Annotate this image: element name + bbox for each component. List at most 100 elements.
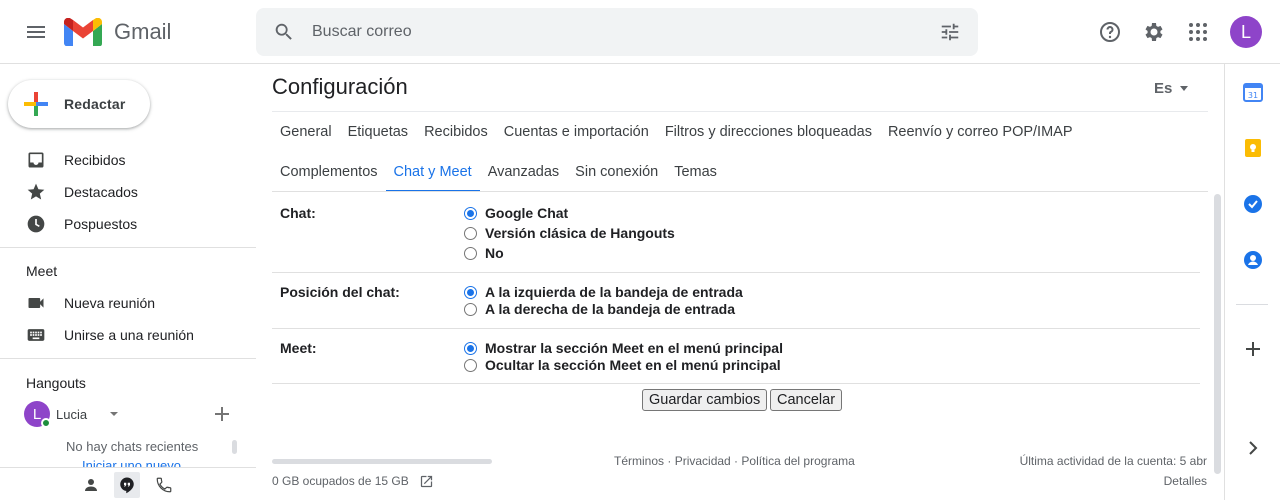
nav-item-label: Nueva reunión: [64, 295, 156, 311]
tab-filters[interactable]: Filtros y direcciones bloqueadas: [657, 112, 880, 152]
radio-button-selected[interactable]: [464, 341, 477, 355]
meet-option-show[interactable]: Mostrar la sección Meet en el menú princ…: [464, 339, 783, 357]
hamburger-menu-icon: [27, 26, 45, 38]
search-icon[interactable]: [268, 16, 300, 48]
search-bar[interactable]: [256, 8, 978, 56]
caret-down-icon: [1180, 85, 1189, 92]
chevron-right-icon[interactable]: [1243, 438, 1263, 458]
tab-addons[interactable]: Complementos: [272, 152, 386, 192]
calendar-icon[interactable]: 31: [1243, 82, 1263, 102]
language-label: Es: [1154, 80, 1173, 97]
horizontal-scrollbar[interactable]: [272, 459, 492, 464]
online-status-dot: [41, 418, 51, 428]
program-policy-link[interactable]: Política del programa: [741, 454, 854, 468]
divider: [1236, 304, 1268, 305]
tab-general[interactable]: General: [272, 112, 340, 152]
contacts-icon[interactable]: [1243, 250, 1263, 270]
compose-button[interactable]: Redactar: [8, 80, 150, 128]
divider: [272, 191, 1208, 192]
terms-link[interactable]: Términos: [614, 454, 664, 468]
radio-button[interactable]: [464, 226, 477, 240]
left-navigation: Redactar Recibidos Destacados Pospuestos…: [0, 64, 256, 500]
option-label: No: [485, 245, 504, 261]
contacts-icon[interactable]: [78, 472, 104, 498]
get-addons-plus-icon[interactable]: [1243, 339, 1263, 359]
search-input[interactable]: [312, 20, 912, 44]
vertical-scrollbar[interactable]: [1214, 194, 1221, 474]
divider: [272, 272, 1200, 273]
clock-icon: [26, 214, 46, 234]
compose-label: Redactar: [64, 96, 126, 112]
gmail-m-icon: [64, 18, 102, 46]
keep-icon[interactable]: [1243, 138, 1263, 158]
nav-item-starred[interactable]: Destacados: [0, 176, 256, 208]
nav-item-inbox[interactable]: Recibidos: [0, 144, 256, 176]
chat-option-classic-hangouts[interactable]: Versión clásica de Hangouts: [464, 224, 675, 242]
keyboard-icon: [26, 325, 46, 345]
privacy-link[interactable]: Privacidad: [675, 454, 731, 468]
nav-item-label: Pospuestos: [64, 216, 138, 232]
main-menu-button[interactable]: [16, 12, 56, 52]
divider: [272, 383, 1200, 384]
settings-button[interactable]: [1134, 12, 1174, 52]
radio-button[interactable]: [464, 358, 477, 372]
open-in-new-icon[interactable]: [419, 473, 435, 489]
chevron-down-icon[interactable]: [109, 409, 119, 419]
nav-item-new-meeting[interactable]: Nueva reunión: [0, 287, 256, 319]
search-options-icon[interactable]: [934, 16, 966, 48]
tab-themes[interactable]: Temas: [666, 152, 725, 192]
divider: [0, 247, 256, 248]
nav-item-label: Unirse a una reunión: [64, 327, 194, 343]
footer-links: Términos · Privacidad · Política del pro…: [614, 454, 855, 468]
help-icon: [1100, 22, 1120, 42]
apps-grid-icon: [1189, 23, 1207, 41]
gmail-logo[interactable]: Gmail: [64, 16, 171, 48]
radio-button[interactable]: [464, 246, 477, 260]
add-icon[interactable]: [212, 404, 232, 424]
nav-item-snoozed[interactable]: Pospuestos: [0, 208, 256, 240]
tab-forwarding[interactable]: Reenvío y correo POP/IMAP: [880, 112, 1081, 152]
last-account-activity: Última actividad de la cuenta: 5 abr: [1019, 454, 1207, 468]
storage-text: 0 GB ocupados de 15 GB: [272, 474, 409, 488]
support-button[interactable]: [1090, 12, 1130, 52]
option-label: A la derecha de la bandeja de entrada: [485, 301, 736, 317]
no-chats-message: No hay chats recientes: [66, 439, 199, 454]
hangouts-user[interactable]: L Lucia: [24, 401, 244, 428]
radio-button-selected[interactable]: [464, 285, 477, 299]
radio-button-selected[interactable]: [464, 206, 477, 220]
account-avatar[interactable]: L: [1230, 16, 1262, 48]
details-link[interactable]: Detalles: [1164, 474, 1207, 488]
chat-position-left[interactable]: A la izquierda de la bandeja de entrada: [464, 283, 743, 301]
gmail-wordmark: Gmail: [114, 19, 172, 44]
inbox-icon: [26, 150, 46, 170]
meet-option-hide[interactable]: Ocultar la sección Meet en el menú princ…: [464, 356, 781, 374]
videocam-icon: [26, 293, 46, 313]
tab-labels[interactable]: Etiquetas: [340, 112, 416, 152]
input-tools-language-selector[interactable]: Es: [1154, 80, 1189, 97]
nav-item-join-meeting[interactable]: Unirse a una reunión: [0, 319, 256, 351]
scrollbar[interactable]: [232, 440, 237, 454]
option-label: A la izquierda de la bandeja de entrada: [485, 284, 743, 300]
radio-button[interactable]: [464, 302, 477, 316]
tasks-icon[interactable]: [1243, 194, 1263, 214]
chat-position-label: Posición del chat:: [280, 284, 400, 300]
google-apps-button[interactable]: [1178, 12, 1218, 52]
option-label: Versión clásica de Hangouts: [485, 225, 675, 241]
meet-setting-label: Meet:: [280, 340, 317, 356]
settings-tabs-row-2: Complementos Chat y Meet Avanzadas Sin c…: [272, 152, 725, 192]
chat-option-google-chat[interactable]: Google Chat: [464, 204, 568, 222]
cancel-button[interactable]: Cancelar: [770, 389, 843, 411]
separator: ·: [730, 454, 742, 468]
hangouts-chat-icon[interactable]: [114, 472, 140, 498]
save-changes-button[interactable]: Guardar cambios: [642, 389, 768, 411]
hangouts-user-name: Lucia: [56, 406, 88, 422]
tab-accounts[interactable]: Cuentas e importación: [496, 112, 657, 152]
chat-position-right[interactable]: A la derecha de la bandeja de entrada: [464, 300, 735, 318]
phone-icon[interactable]: [151, 472, 177, 498]
tab-chat-and-meet[interactable]: Chat y Meet: [385, 152, 480, 192]
hangouts-bottom-bar: [0, 467, 256, 500]
chat-option-off[interactable]: No: [464, 244, 504, 262]
tab-offline[interactable]: Sin conexión: [567, 152, 666, 192]
tab-inbox[interactable]: Recibidos: [416, 112, 496, 152]
tab-advanced[interactable]: Avanzadas: [480, 152, 567, 192]
